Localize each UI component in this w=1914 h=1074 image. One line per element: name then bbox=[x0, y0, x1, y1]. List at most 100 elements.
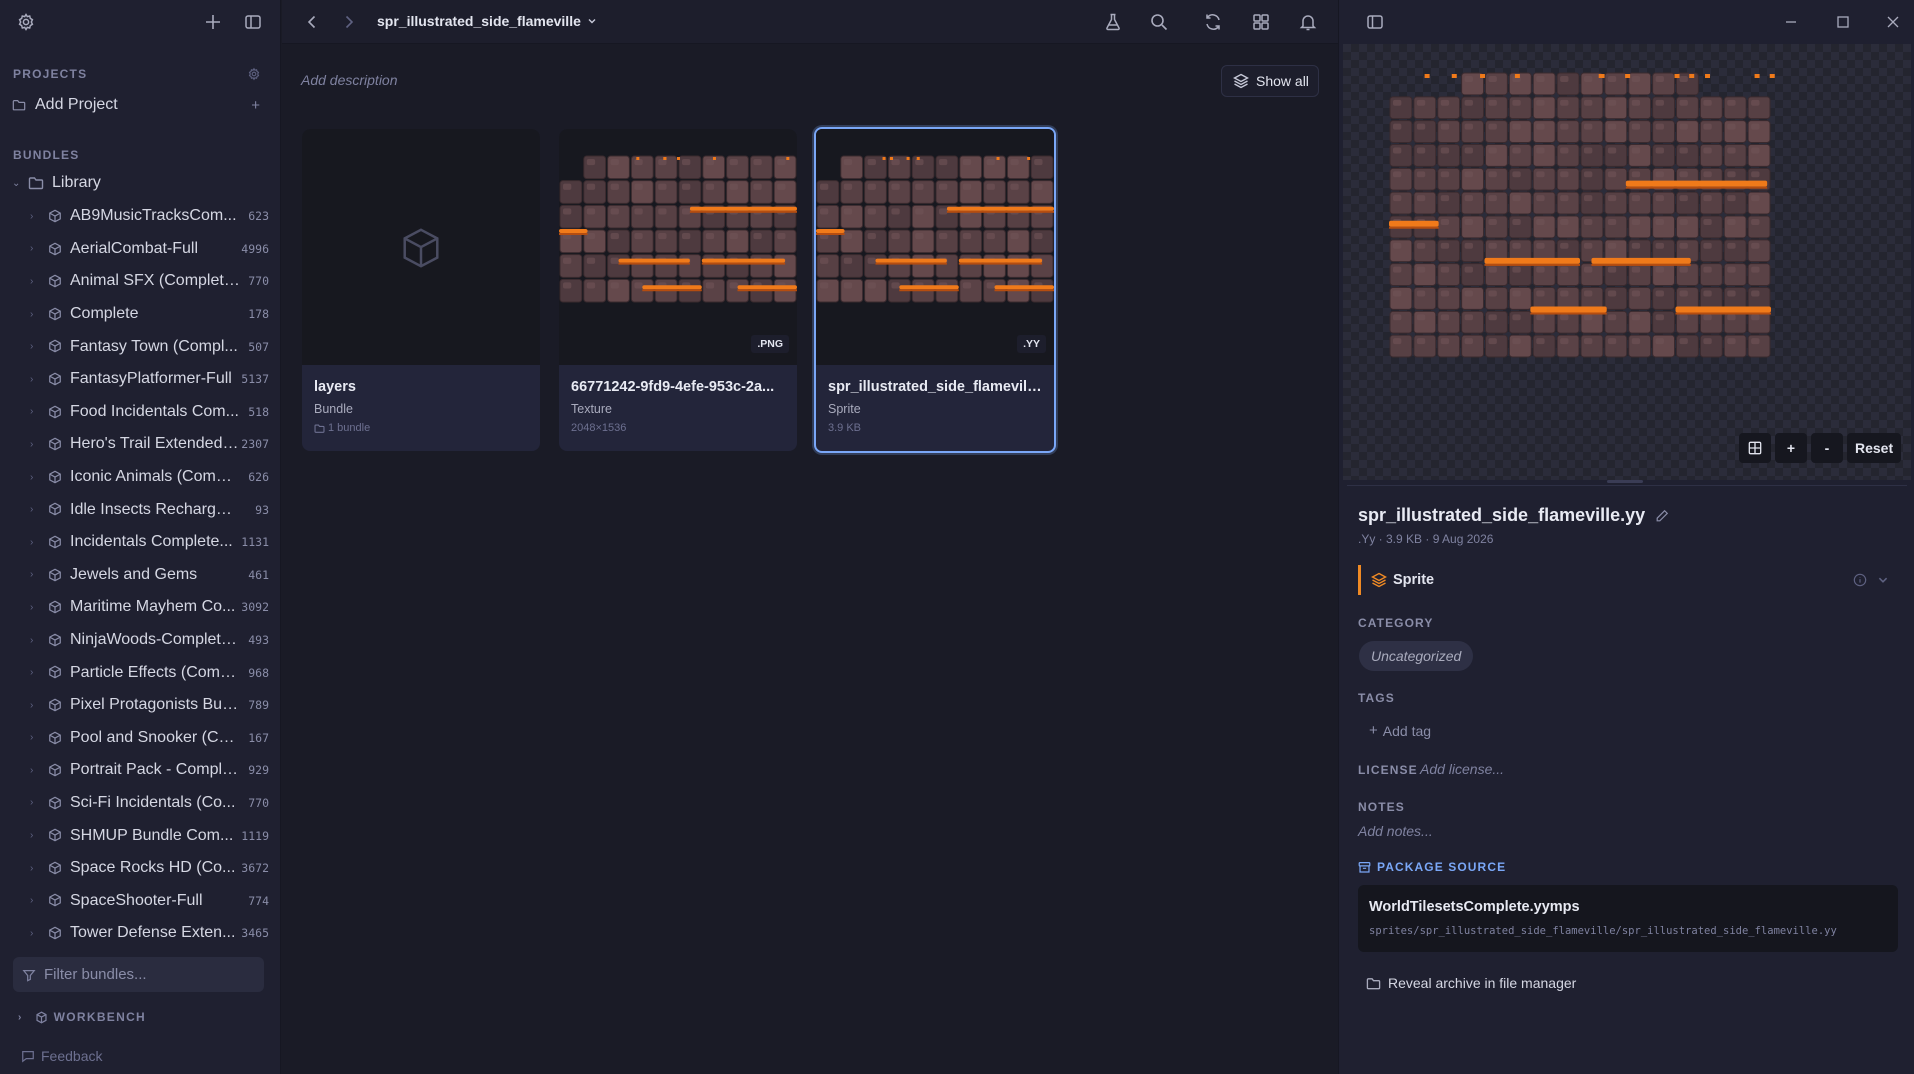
forward-arrow-icon[interactable] bbox=[339, 12, 359, 32]
sprite-preview[interactable] bbox=[1343, 44, 1911, 480]
add-tag-button[interactable]: + Add tag bbox=[1369, 722, 1431, 739]
chevron-right-icon[interactable]: › bbox=[30, 635, 33, 646]
bundle-item[interactable]: › Incidentals Complete... 1131 bbox=[0, 526, 281, 559]
bundle-item[interactable]: › Maritime Mayhem Co... 3092 bbox=[0, 591, 281, 624]
settings-gear-icon[interactable] bbox=[16, 12, 36, 32]
library-row[interactable]: ⌄ Library bbox=[12, 170, 267, 196]
add-notes-field[interactable]: Add notes... bbox=[1358, 823, 1433, 839]
bundle-item[interactable]: › NinjaWoods-Complete... 493 bbox=[0, 624, 281, 657]
bundle-item[interactable]: › FantasyPlatformer-Full 5137 bbox=[0, 363, 281, 396]
chevron-right-icon[interactable]: › bbox=[30, 700, 33, 711]
bundle-item[interactable]: › Particle Effects (Comp... 968 bbox=[0, 656, 281, 689]
add-license-field[interactable]: Add license... bbox=[1420, 761, 1504, 777]
chevron-right-icon[interactable]: › bbox=[30, 472, 33, 483]
chevron-right-icon[interactable]: › bbox=[30, 569, 33, 580]
package-path: sprites/spr_illustrated_side_flameville/… bbox=[1369, 925, 1837, 937]
workbench-section[interactable]: › WORKBENCH bbox=[18, 1010, 146, 1024]
search-icon[interactable] bbox=[1149, 12, 1169, 32]
breadcrumb[interactable]: spr_illustrated_side_flameville bbox=[377, 13, 597, 29]
bundle-item[interactable]: › Portrait Pack - Comple... 929 bbox=[0, 754, 281, 787]
chevron-right-icon[interactable]: › bbox=[30, 243, 33, 254]
bundle-item[interactable]: › SHMUP Bundle Com... 1119 bbox=[0, 819, 281, 852]
resize-handle[interactable] bbox=[1607, 480, 1643, 483]
sidebar-toggle-icon[interactable] bbox=[243, 12, 263, 32]
filter-bundles-input[interactable] bbox=[44, 966, 244, 983]
close-icon[interactable] bbox=[1883, 12, 1903, 32]
chevron-right-icon[interactable]: › bbox=[30, 830, 33, 841]
bundle-item[interactable]: › AerialCombat-Full 4996 bbox=[0, 233, 281, 266]
chevron-right-icon[interactable]: › bbox=[30, 504, 33, 515]
bundle-item[interactable]: › Pool and Snooker (Co... 167 bbox=[0, 722, 281, 755]
refresh-icon[interactable] bbox=[1203, 12, 1223, 32]
asset-type-row[interactable]: Sprite bbox=[1358, 565, 1898, 595]
bundle-item[interactable]: › AB9MusicTracksCom... 623 bbox=[0, 200, 281, 233]
bundle-item[interactable]: › Complete 178 bbox=[0, 298, 281, 331]
show-all-button[interactable]: Show all bbox=[1221, 65, 1319, 97]
chevron-right-icon[interactable]: › bbox=[30, 341, 33, 352]
maximize-icon[interactable] bbox=[1833, 12, 1853, 32]
chevron-right-icon[interactable]: › bbox=[30, 667, 33, 678]
minimize-icon[interactable] bbox=[1781, 12, 1801, 32]
bundle-name: NinjaWoods-Complete... bbox=[70, 631, 240, 649]
zoom-in-button[interactable]: + bbox=[1775, 433, 1807, 463]
package-icon bbox=[48, 665, 62, 679]
add-project-plus-icon[interactable]: + bbox=[251, 97, 260, 114]
filter-bundles-field[interactable] bbox=[13, 957, 264, 992]
chevron-right-icon[interactable]: › bbox=[30, 374, 33, 385]
chevron-right-icon[interactable]: › bbox=[30, 276, 33, 287]
panel-toggle-icon[interactable] bbox=[1365, 12, 1385, 32]
chevron-right-icon[interactable]: › bbox=[30, 895, 33, 906]
zoom-out-button[interactable]: - bbox=[1811, 433, 1843, 463]
asset-card-sprite[interactable]: .YY spr_illustrated_side_flameville... S… bbox=[814, 127, 1056, 453]
chevron-right-icon[interactable]: › bbox=[30, 732, 33, 743]
chevron-right-icon[interactable]: › bbox=[30, 537, 33, 548]
add-description[interactable]: Add description bbox=[301, 72, 398, 88]
chevron-right-icon[interactable]: › bbox=[30, 797, 33, 808]
package-icon bbox=[48, 861, 62, 875]
bundle-item[interactable]: › Fantasy Town (Compl... 507 bbox=[0, 330, 281, 363]
bundle-item[interactable]: › Animal SFX (Complete... 770 bbox=[0, 265, 281, 298]
chevron-right-icon[interactable]: › bbox=[30, 602, 33, 613]
bundle-item[interactable]: › Pixel Protagonists Bun... 789 bbox=[0, 689, 281, 722]
bundle-name: Complete bbox=[70, 305, 139, 323]
bundle-name: Tower Defense Exten... bbox=[70, 924, 236, 942]
bundle-count: 178 bbox=[248, 307, 269, 322]
category-pill[interactable]: Uncategorized bbox=[1359, 641, 1474, 671]
chevron-right-icon[interactable]: › bbox=[30, 439, 33, 450]
chevron-right-icon[interactable]: › bbox=[18, 1012, 23, 1023]
bundle-item[interactable]: › Space Rocks HD (Co... 3672 bbox=[0, 852, 281, 885]
bundle-item[interactable]: › Iconic Animals (Compl... 626 bbox=[0, 461, 281, 494]
chevron-right-icon[interactable]: › bbox=[30, 211, 33, 222]
chevron-right-icon[interactable]: › bbox=[30, 863, 33, 874]
reveal-in-file-manager-button[interactable]: Reveal archive in file manager bbox=[1366, 975, 1576, 991]
bundle-item[interactable]: › Jewels and Gems 461 bbox=[0, 559, 281, 592]
zoom-reset-button[interactable]: Reset bbox=[1847, 433, 1902, 463]
asset-card-layers[interactable]: layers Bundle 1 bundle bbox=[302, 129, 540, 451]
grid-toggle-button[interactable] bbox=[1739, 433, 1771, 463]
chevron-down-icon[interactable]: ⌄ bbox=[12, 178, 22, 189]
chevron-down-icon[interactable] bbox=[1877, 574, 1889, 586]
flask-icon[interactable] bbox=[1103, 12, 1123, 32]
projects-settings-icon[interactable] bbox=[247, 67, 261, 81]
grid-view-icon[interactable] bbox=[1251, 12, 1271, 32]
chevron-right-icon[interactable]: › bbox=[30, 928, 33, 939]
bundle-item[interactable]: › SpaceShooter-Full 774 bbox=[0, 884, 281, 917]
chevron-right-icon[interactable]: › bbox=[30, 309, 33, 320]
bundle-item[interactable]: › Tower Defense Exten... 3465 bbox=[0, 917, 281, 950]
chevron-right-icon[interactable]: › bbox=[30, 406, 33, 417]
asset-card-texture[interactable]: .PNG 66771242-9fd9-4efe-953c-2a... Textu… bbox=[559, 129, 797, 451]
plus-icon[interactable] bbox=[203, 12, 223, 32]
feedback-link[interactable]: Feedback bbox=[21, 1048, 102, 1064]
bell-icon[interactable] bbox=[1298, 12, 1318, 32]
reveal-label: Reveal archive in file manager bbox=[1388, 975, 1577, 991]
bundle-item[interactable]: › Idle Insects Recharged ... 93 bbox=[0, 493, 281, 526]
chevron-right-icon[interactable]: › bbox=[30, 765, 33, 776]
back-arrow-icon[interactable] bbox=[302, 12, 322, 32]
bundle-item[interactable]: › Hero's Trail Extended ... 2307 bbox=[0, 428, 281, 461]
folder-icon bbox=[314, 423, 325, 434]
info-icon[interactable] bbox=[1853, 573, 1867, 587]
bundle-item[interactable]: › Sci-Fi Incidentals (Co... 770 bbox=[0, 787, 281, 820]
edit-pencil-icon[interactable] bbox=[1655, 509, 1669, 523]
add-project-row[interactable]: Add Project + bbox=[12, 92, 266, 118]
bundle-item[interactable]: › Food Incidentals Com... 518 bbox=[0, 396, 281, 429]
